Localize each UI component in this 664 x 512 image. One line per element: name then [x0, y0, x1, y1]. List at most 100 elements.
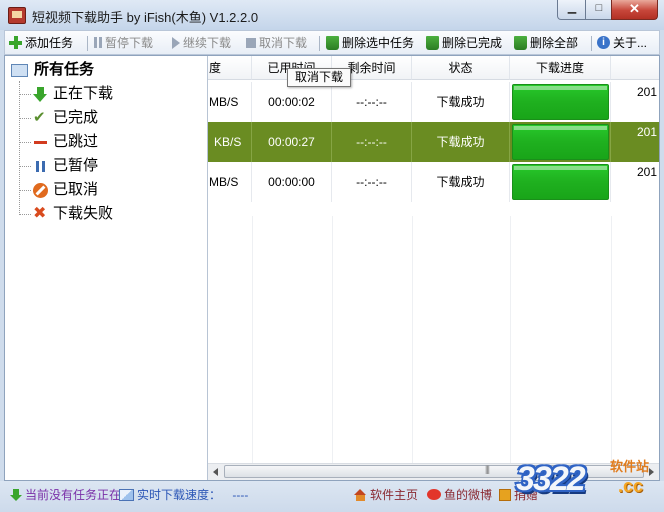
about-label: 关于...: [613, 36, 648, 50]
tree-item-label: 正在下载: [53, 85, 114, 102]
delete-selected-label: 删除选中任务: [342, 36, 415, 50]
table-row[interactable]: MB/S 00:00:00 --:--:-- 下载成功 201: [208, 162, 659, 202]
cell-status: 下载成功: [412, 162, 510, 202]
home-page-label: 软件主页: [370, 488, 419, 502]
plus-icon: [9, 36, 22, 50]
pause-download-button[interactable]: 暂停下载: [94, 34, 153, 52]
gift-icon: [499, 488, 511, 501]
resume-download-button[interactable]: 继续下载: [172, 34, 231, 52]
weibo-link[interactable]: 鱼的微博: [427, 487, 492, 503]
toolbar-separator: [319, 36, 320, 51]
tree-item-label: 下载失败: [53, 205, 114, 222]
app-icon: [8, 7, 26, 24]
column-header-progress[interactable]: 下载进度: [510, 56, 611, 80]
pause-icon: [94, 37, 102, 49]
home-page-link[interactable]: 软件主页: [354, 487, 418, 503]
cell-elapsed: 00:00:02: [252, 82, 332, 122]
task-table: 度 已用时间 剩余时间 状态 下载进度 MB/S 00:00:02 --:--:…: [208, 56, 659, 480]
watermark-site: 3322: [516, 460, 586, 498]
info-icon: i: [597, 36, 610, 50]
progress-bar: [512, 124, 609, 160]
cell-progress: [510, 82, 611, 122]
cell-progress: [510, 162, 611, 202]
download-arrow-icon: [33, 86, 48, 102]
minimize-icon: ▁: [567, 2, 577, 14]
close-button[interactable]: ✕: [611, 0, 658, 20]
cell-remaining: --:--:--: [332, 162, 412, 202]
task-tree: 所有任务 正在下载 已完成 已跳过 已暂停 已取消 下载失败: [5, 56, 208, 480]
cancel-download-button[interactable]: 取消下载: [246, 34, 307, 52]
cell-date: 201: [637, 165, 658, 179]
chart-icon: [119, 488, 134, 501]
pause-icon: [33, 159, 48, 174]
status-task-text: 当前没有任务正在: [25, 488, 122, 502]
cell-elapsed: 00:00:27: [252, 122, 332, 162]
title-bar: 短视频下载助手 by iFish(木鱼) V1.2.2.0 ▁ □ ✕: [0, 0, 664, 30]
maximize-icon: □: [595, 2, 603, 14]
table-row[interactable]: MB/S 00:00:02 --:--:-- 下载成功 201: [208, 82, 659, 122]
watermark-logo: 3322 .cc 软件站: [516, 454, 662, 510]
tree-item-downloading[interactable]: 正在下载: [19, 83, 113, 105]
column-header-status[interactable]: 状态: [412, 56, 510, 80]
delete-completed-button[interactable]: 删除已完成: [426, 34, 502, 52]
cancel-download-label: 取消下载: [259, 36, 308, 50]
watermark-domain: .cc: [618, 476, 644, 496]
add-task-label: 添加任务: [25, 36, 74, 50]
tree-item-completed[interactable]: 已完成: [19, 107, 98, 129]
tree-item-label: 已完成: [53, 109, 99, 126]
tree-item-paused[interactable]: 已暂停: [19, 155, 98, 177]
maximize-button[interactable]: □: [585, 0, 613, 20]
column-header-speed[interactable]: 度: [208, 56, 252, 80]
window-title: 短视频下载助手 by iFish(木鱼) V1.2.2.0: [32, 10, 259, 25]
toolbar: 添加任务 暂停下载 继续下载 取消下载 删除选中任务 删除已完成 删除全部 i关…: [4, 30, 660, 55]
cell-elapsed: 00:00:00: [252, 162, 332, 202]
tree-item-label: 已跳过: [53, 133, 99, 150]
cell-speed: MB/S: [208, 82, 252, 122]
watermark-label: 软件站: [610, 459, 650, 474]
cell-speed: MB/S: [208, 162, 252, 202]
cell-status: 下载成功: [412, 82, 510, 122]
weibo-label: 鱼的微博: [444, 488, 493, 502]
tree-item-failed[interactable]: 下载失败: [19, 203, 113, 225]
tooltip-cancel-download: 取消下载: [287, 68, 351, 87]
about-button[interactable]: i 关于...: [597, 34, 647, 52]
trash-icon: [326, 35, 339, 50]
speed-value: ----: [232, 488, 249, 502]
delete-completed-label: 删除已完成: [442, 36, 503, 50]
pause-download-label: 暂停下载: [105, 36, 154, 50]
folder-icon: [11, 63, 28, 77]
cell-remaining: --:--:--: [332, 82, 412, 122]
tree-item-cancelled[interactable]: 已取消: [19, 179, 98, 201]
status-speed: 实时下载速度： ----: [119, 487, 248, 503]
dash-icon: [33, 135, 48, 150]
stop-icon: [246, 37, 256, 48]
cancel-icon: [33, 182, 48, 198]
home-icon: [354, 488, 367, 501]
tree-root-all-tasks[interactable]: 所有任务: [11, 60, 94, 80]
status-task-info: 当前没有任务正在: [10, 487, 121, 503]
cell-speed: KB/S: [208, 122, 252, 162]
progress-bar: [512, 164, 609, 200]
toolbar-separator: [591, 36, 592, 51]
x-icon: [33, 203, 48, 225]
cell-remaining: --:--:--: [332, 122, 412, 162]
checkmark-icon: [33, 107, 48, 129]
speed-label: 实时下载速度：: [137, 488, 222, 502]
trash-icon: [426, 35, 439, 50]
tree-item-label: 已暂停: [53, 157, 99, 174]
toolbar-separator: [87, 36, 88, 51]
cell-date: 201: [637, 125, 658, 139]
main-panel: 所有任务 正在下载 已完成 已跳过 已暂停 已取消 下载失败 度 已用时间 剩余…: [4, 55, 660, 481]
minimize-button[interactable]: ▁: [557, 0, 587, 20]
add-task-button[interactable]: 添加任务: [9, 34, 73, 52]
weibo-icon: [427, 489, 441, 501]
resume-download-label: 继续下载: [183, 36, 232, 50]
column-header-date[interactable]: [611, 56, 659, 80]
cell-date: 201: [637, 85, 658, 99]
download-arrow-icon: [10, 488, 22, 501]
delete-all-button[interactable]: 删除全部: [514, 34, 578, 52]
tree-item-skipped[interactable]: 已跳过: [19, 131, 98, 153]
scroll-left-icon[interactable]: [213, 468, 218, 476]
table-row-selected[interactable]: KB/S 00:00:27 --:--:-- 下载成功 201: [208, 122, 659, 162]
delete-selected-button[interactable]: 删除选中任务: [326, 34, 414, 52]
